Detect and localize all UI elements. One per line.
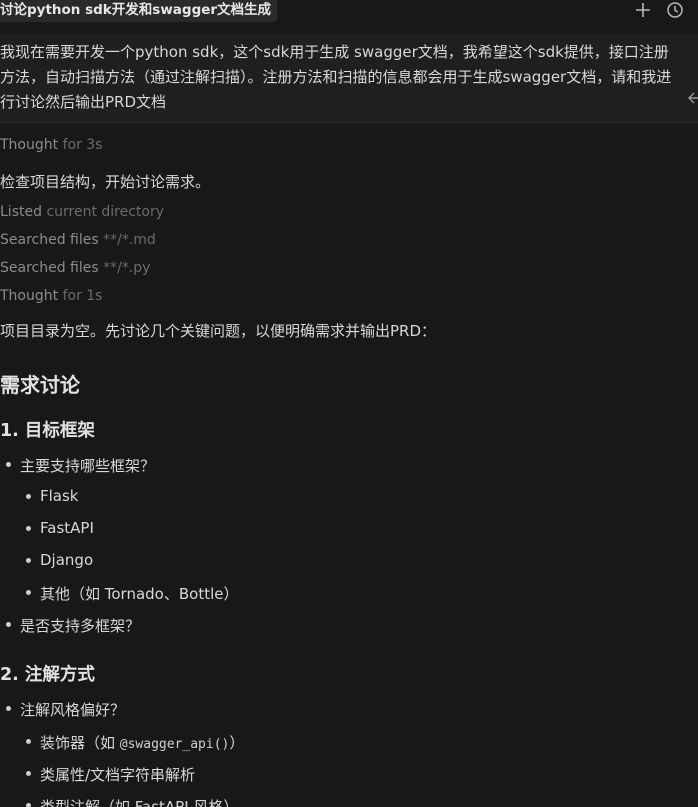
list-item: 主要支持哪些框架？: [20, 457, 156, 475]
list-item: 是否支持多框架？: [20, 617, 141, 635]
bullet-dot: [26, 803, 31, 807]
section-title: 2. 注解方式: [0, 665, 95, 685]
assistant-message: 检查项目结构，开始讨论需求。: [0, 173, 211, 191]
tool-call-label: Searched files: [0, 260, 99, 276]
thought-status[interactable]: Thought for 3s: [0, 137, 102, 153]
bullet-dot: [26, 526, 31, 531]
plus-icon[interactable]: [634, 1, 654, 21]
user-prompt[interactable]: 我现在需要开发一个python sdk，这个sdk用于生成 swagger文档，…: [0, 34, 698, 123]
list-item: Django: [40, 551, 94, 569]
thought-label: Thought: [0, 288, 59, 304]
list-item: FastAPI: [40, 519, 94, 537]
list-item: 注解风格偏好？: [20, 701, 126, 719]
chat-panel: 讨论python sdk开发和swagger文档生成 我现在需要开发一个pyth…: [0, 0, 698, 807]
bullet-dot: [6, 622, 11, 627]
chat-title[interactable]: 讨论python sdk开发和swagger文档生成: [0, 0, 278, 22]
inline-code: @swagger_api(): [119, 737, 230, 752]
thought-duration: for 1s: [62, 288, 103, 304]
list-item-text: ）: [229, 734, 245, 752]
tool-call-detail: **/*.py: [103, 260, 151, 276]
bullet-dot: [26, 558, 31, 563]
tool-call-label: Listed: [0, 204, 42, 220]
user-prompt-text: 我现在需要开发一个python sdk，这个sdk用于生成 swagger文档，…: [0, 43, 672, 111]
bullet-dot: [6, 462, 11, 467]
bullet-dot: [26, 494, 31, 499]
title-bar: 讨论python sdk开发和swagger文档生成: [0, 0, 698, 24]
tool-call-label: Searched files: [0, 232, 99, 248]
tool-call-search-py[interactable]: Searched files **/*.py: [0, 260, 150, 276]
list-item: 类属性/文档字符串解析: [40, 766, 196, 784]
thought-duration: for 3s: [62, 137, 103, 153]
list-item: Flask: [40, 487, 79, 505]
bullet-dot: [26, 771, 31, 776]
list-item-text: 装饰器（如: [40, 734, 120, 752]
arrow-left-icon[interactable]: [686, 90, 698, 104]
list-item: 类型注解（如 FastAPI 风格）: [40, 798, 239, 807]
section-title: 1. 目标框架: [0, 421, 95, 441]
list-item: 其他（如 Tornado、Bottle）: [40, 585, 239, 603]
assistant-message: 项目目录为空。先讨论几个关键问题，以便明确需求并输出PRD：: [0, 322, 437, 340]
tool-call-listed[interactable]: Listed current directory: [0, 204, 164, 220]
bullet-dot: [6, 706, 11, 711]
bullet-dot: [26, 739, 31, 744]
clock-icon[interactable]: [666, 1, 686, 21]
bullet-dot: [26, 590, 31, 595]
thought-status[interactable]: Thought for 1s: [0, 288, 102, 304]
list-item: 装饰器（如 @swagger_api()）: [40, 732, 244, 753]
tool-call-search-md[interactable]: Searched files **/*.md: [0, 232, 156, 248]
heading-discussion: 需求讨论: [0, 373, 80, 397]
tool-call-detail: **/*.md: [103, 232, 156, 248]
tool-call-detail: current directory: [46, 204, 165, 220]
thought-label: Thought: [0, 137, 59, 153]
